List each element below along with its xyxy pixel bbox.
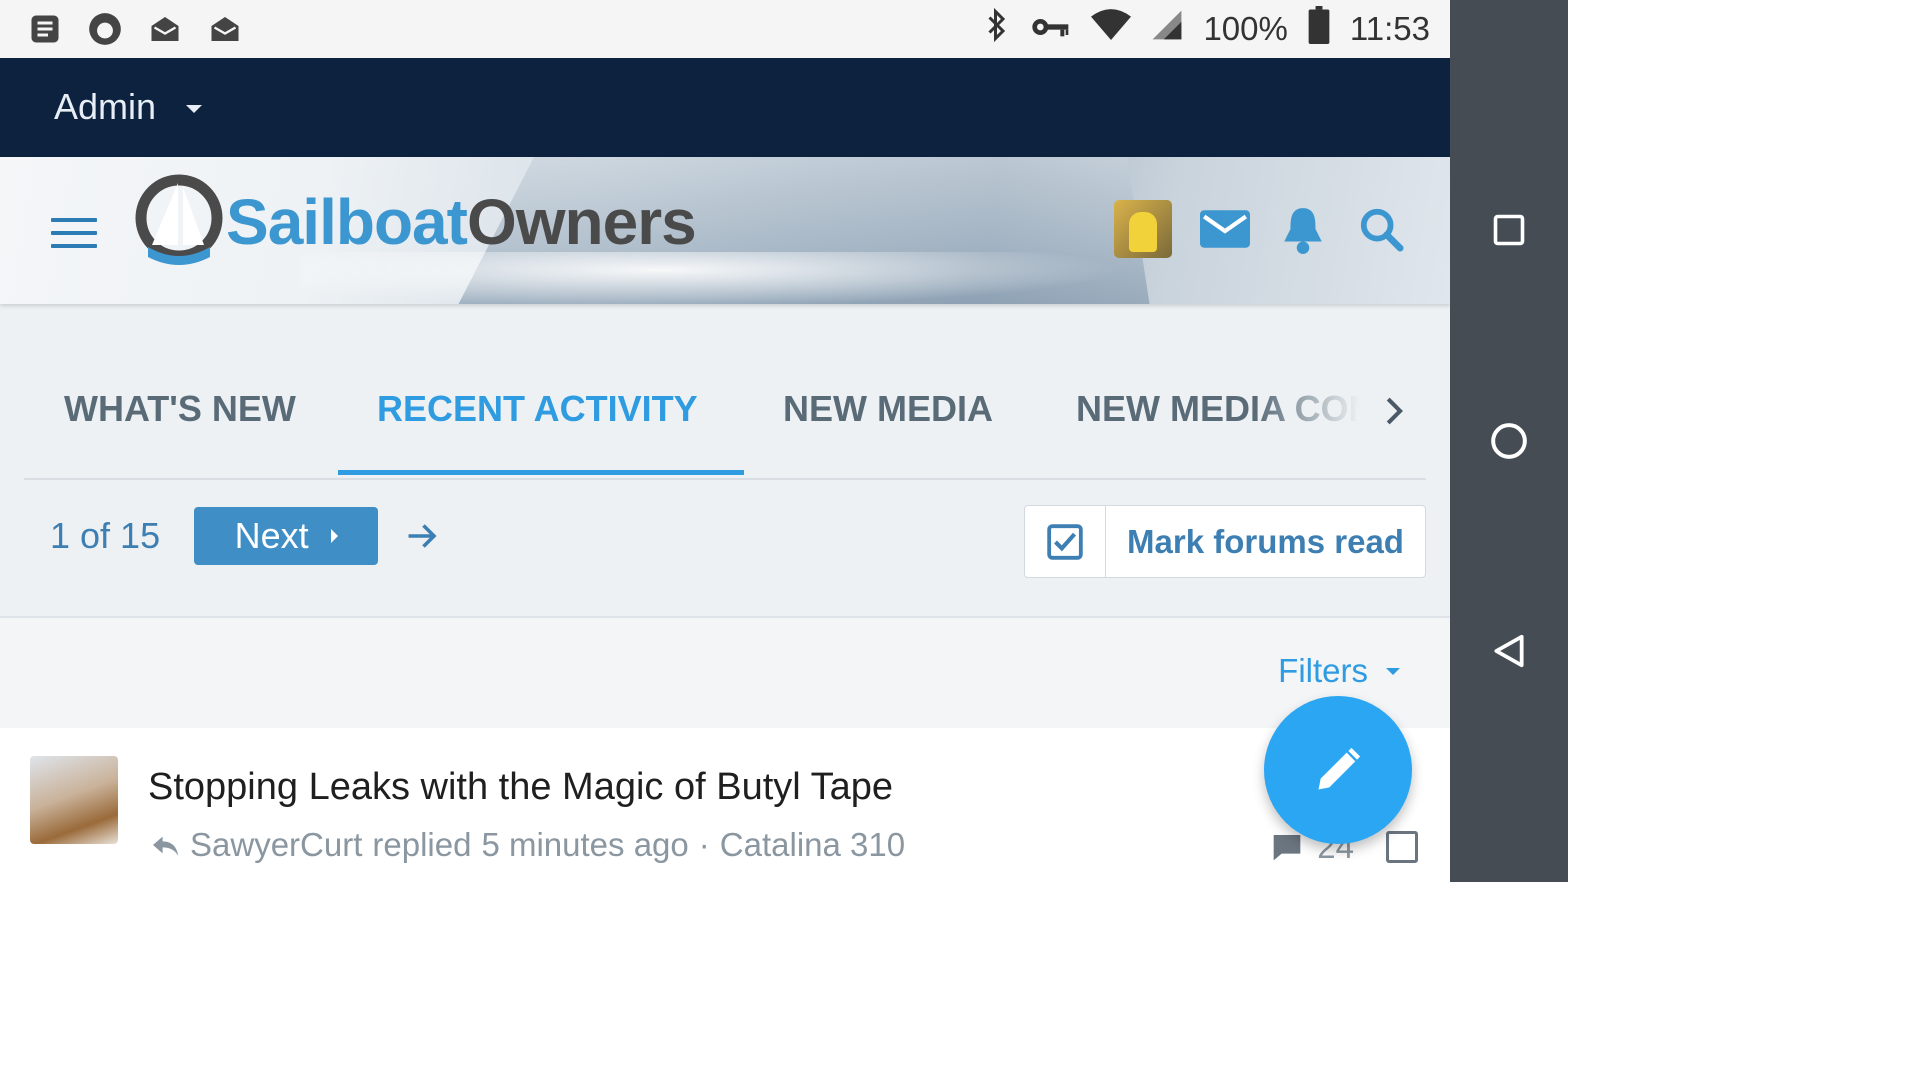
mark-forums-read-label: Mark forums read	[1127, 522, 1404, 560]
logo-text-owners: Owners	[466, 186, 697, 258]
bluetooth-icon	[983, 7, 1011, 51]
news-icon	[26, 10, 64, 48]
filter-bar: Filters	[0, 616, 1450, 730]
notification-icons	[26, 10, 244, 48]
wifi-icon	[1091, 8, 1132, 50]
circle-icon	[1491, 423, 1527, 459]
hamburger-menu-icon[interactable]	[51, 218, 97, 248]
square-icon	[1493, 214, 1525, 246]
firefox-icon	[86, 10, 124, 48]
tab-whats-new[interactable]: WHAT'S NEW	[64, 388, 296, 430]
thread-meta: SawyerCurt replied 5 minutes ago · Catal…	[150, 826, 905, 864]
search-icon[interactable]	[1356, 204, 1406, 254]
thread-time: 5 minutes ago	[481, 826, 689, 863]
battery-percent: 100%	[1203, 10, 1288, 47]
new-post-button[interactable]	[1264, 696, 1412, 844]
thread-action: replied	[372, 826, 472, 863]
thread-title[interactable]: Stopping Leaks with the Magic of Butyl T…	[148, 766, 893, 809]
caret-down-icon[interactable]	[186, 105, 202, 113]
system-status: 100% 11:53	[983, 0, 1430, 58]
reply-icon	[153, 836, 179, 856]
mail-open-icon	[146, 10, 184, 48]
bell-icon[interactable]	[1278, 204, 1328, 254]
chevron-right-icon[interactable]	[1382, 394, 1408, 428]
pencil-icon	[1318, 747, 1361, 790]
next-page-label: Next	[234, 515, 309, 556]
comment-icon	[1273, 835, 1301, 861]
select-checkbox[interactable]	[1386, 831, 1418, 863]
recents-button[interactable]	[1486, 207, 1532, 253]
header-actions	[1114, 200, 1406, 258]
admin-menu-label[interactable]: Admin	[54, 86, 156, 128]
system-nav-bar	[1450, 0, 1568, 882]
filters-label: Filters	[1278, 652, 1368, 689]
page-count: 1 of 15	[50, 515, 161, 556]
meta-separator: ·	[698, 826, 710, 863]
user-avatar[interactable]	[1114, 200, 1172, 258]
envelope-icon[interactable]	[1200, 204, 1250, 254]
mark-forums-read-button[interactable]: Mark forums read	[1024, 505, 1426, 578]
tab-recent-activity[interactable]: RECENT ACTIVITY	[377, 388, 698, 430]
next-page-button[interactable]: Next	[194, 507, 379, 565]
thread-row[interactable]: Stopping Leaks with the Magic of Butyl T…	[0, 728, 1450, 882]
thread-forum[interactable]: Catalina 310	[720, 826, 905, 864]
arrow-right-icon[interactable]	[404, 518, 440, 554]
caret-down-icon	[1386, 667, 1400, 675]
admin-bar: Admin	[0, 58, 1450, 157]
home-button[interactable]	[1486, 418, 1532, 464]
status-bar: 100% 11:53	[0, 0, 1450, 58]
back-button[interactable]	[1486, 628, 1532, 674]
site-logo[interactable]: SailboatOwners	[134, 173, 734, 271]
checkbox-checked-icon	[1025, 506, 1106, 577]
active-tab-indicator	[338, 470, 744, 475]
thread-author[interactable]: SawyerCurt	[190, 826, 362, 864]
tab-new-media[interactable]: NEW MEDIA	[783, 388, 993, 430]
logo-text-sailboat: Sailboat	[226, 186, 468, 258]
tab-scroll-fade	[1256, 360, 1386, 470]
pagination: 1 of 15 Next	[50, 506, 440, 566]
cell-signal-icon	[1151, 9, 1183, 49]
logo-text: SailboatOwners	[226, 185, 697, 259]
thread-author-avatar[interactable]	[30, 756, 118, 844]
triangle-back-icon	[1494, 634, 1524, 668]
app-screen: 100% 11:53 Admin SailboatOwners WHAT'S N…	[0, 0, 1450, 882]
clock: 11:53	[1349, 10, 1430, 47]
vpn-key-icon	[1031, 10, 1071, 48]
filters-dropdown[interactable]: Filters	[1278, 652, 1400, 690]
battery-icon	[1308, 6, 1330, 52]
sail-logo-icon	[135, 174, 223, 265]
caret-right-icon	[330, 529, 338, 543]
mail-open-icon	[206, 10, 244, 48]
activity-tabs: WHAT'S NEW RECENT ACTIVITY NEW MEDIA NEW…	[24, 360, 1426, 480]
